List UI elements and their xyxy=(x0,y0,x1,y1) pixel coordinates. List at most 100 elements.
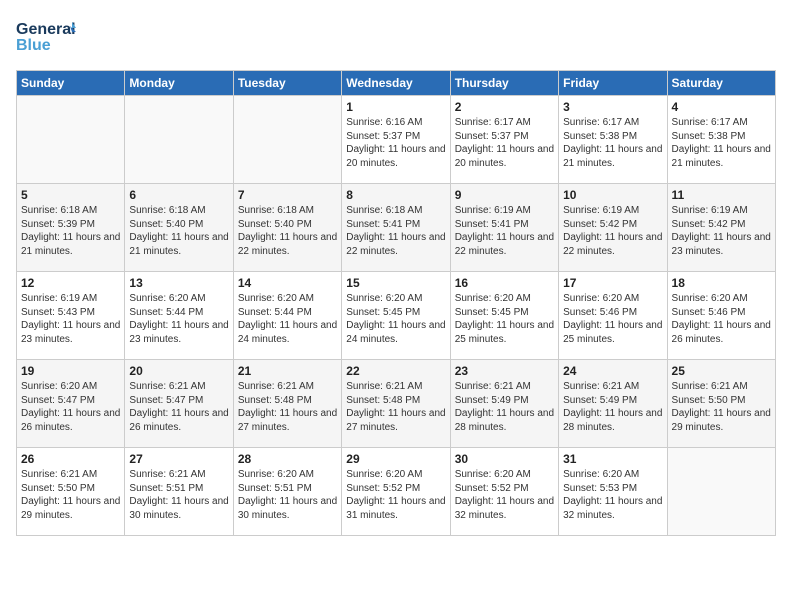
day-info: Sunrise: 6:20 AMSunset: 5:44 PMDaylight:… xyxy=(238,292,337,346)
day-number: 18 xyxy=(672,276,771,290)
calendar-body: 1 Sunrise: 6:16 AMSunset: 5:37 PMDaylight… xyxy=(17,96,776,536)
day-info: Sunrise: 6:19 AMSunset: 5:42 PMDaylight:… xyxy=(563,204,662,258)
day-number: 14 xyxy=(238,276,337,290)
calendar-cell: 10 Sunrise: 6:19 AMSunset: 5:42 PMDayligh… xyxy=(559,184,667,272)
calendar-cell: 3 Sunrise: 6:17 AMSunset: 5:38 PMDaylight… xyxy=(559,96,667,184)
day-number: 30 xyxy=(455,452,554,466)
day-number: 27 xyxy=(129,452,228,466)
day-info: Sunrise: 6:21 AMSunset: 5:47 PMDaylight:… xyxy=(129,380,228,434)
calendar-cell: 19Sunrise: 6:20 AMSunset: 5:47 PMDayligh… xyxy=(17,360,125,448)
day-info: Sunrise: 6:17 AMSunset: 5:38 PMDaylight:… xyxy=(563,116,662,170)
calendar-cell xyxy=(125,96,233,184)
logo: General Blue xyxy=(16,16,76,60)
calendar-cell: 14 Sunrise: 6:20 AMSunset: 5:44 PMDayligh… xyxy=(233,272,341,360)
day-number: 11 xyxy=(672,188,771,202)
calendar-cell xyxy=(667,448,775,536)
day-number: 26 xyxy=(21,452,120,466)
day-number: 6 xyxy=(129,188,228,202)
calendar-cell: 25 Sunrise: 6:21 AMSunset: 5:50 PMDayligh… xyxy=(667,360,775,448)
calendar-cell: 1 Sunrise: 6:16 AMSunset: 5:37 PMDaylight… xyxy=(342,96,450,184)
day-info: Sunrise: 6:17 AMSunset: 5:38 PMDaylight:… xyxy=(672,116,771,170)
logo-svg: General Blue xyxy=(16,16,76,60)
calendar-header-friday: Friday xyxy=(559,71,667,96)
calendar-cell: 30 Sunrise: 6:20 AMSunset: 5:52 PMDayligh… xyxy=(450,448,558,536)
calendar-cell: 9 Sunrise: 6:19 AMSunset: 5:41 PMDaylight… xyxy=(450,184,558,272)
day-number: 28 xyxy=(238,452,337,466)
calendar-cell: 11 Sunrise: 6:19 AMSunset: 5:42 PMDayligh… xyxy=(667,184,775,272)
calendar-cell xyxy=(233,96,341,184)
day-info: Sunrise: 6:21 AMSunset: 5:48 PMDaylight:… xyxy=(238,380,337,434)
calendar-cell: 2 Sunrise: 6:17 AMSunset: 5:37 PMDaylight… xyxy=(450,96,558,184)
day-number: 31 xyxy=(563,452,662,466)
day-number: 3 xyxy=(563,100,662,114)
calendar-cell: 20 Sunrise: 6:21 AMSunset: 5:47 PMDayligh… xyxy=(125,360,233,448)
calendar-cell: 26 Sunrise: 6:21 AMSunset: 5:50 PMDayligh… xyxy=(17,448,125,536)
day-number: 25 xyxy=(672,364,771,378)
day-number: 13 xyxy=(129,276,228,290)
day-info: Sunrise: 6:19 AMSunset: 5:42 PMDaylight:… xyxy=(672,204,771,258)
day-number: 5 xyxy=(21,188,120,202)
day-info: Sunrise: 6:20 AMSunset: 5:53 PMDaylight:… xyxy=(563,468,662,522)
day-info: Sunrise: 6:21 AMSunset: 5:49 PMDaylight:… xyxy=(455,380,554,434)
day-info: Sunrise: 6:20 AMSunset: 5:45 PMDaylight:… xyxy=(346,292,445,346)
day-number: 7 xyxy=(238,188,337,202)
calendar-header-monday: Monday xyxy=(125,71,233,96)
day-number: 20 xyxy=(129,364,228,378)
calendar-cell: 28 Sunrise: 6:20 AMSunset: 5:51 PMDayligh… xyxy=(233,448,341,536)
day-number: 16 xyxy=(455,276,554,290)
day-number: 1 xyxy=(346,100,445,114)
day-number: 23 xyxy=(455,364,554,378)
calendar-week-4: 19Sunrise: 6:20 AMSunset: 5:47 PMDayligh… xyxy=(17,360,776,448)
day-info: Sunrise: 6:21 AMSunset: 5:51 PMDaylight:… xyxy=(129,468,228,522)
calendar-cell: 21 Sunrise: 6:21 AMSunset: 5:48 PMDayligh… xyxy=(233,360,341,448)
calendar-cell: 18 Sunrise: 6:20 AMSunset: 5:46 PMDayligh… xyxy=(667,272,775,360)
day-number: 22 xyxy=(346,364,445,378)
day-info: Sunrise: 6:21 AMSunset: 5:50 PMDaylight:… xyxy=(672,380,771,434)
day-info: Sunrise: 6:21 AMSunset: 5:50 PMDaylight:… xyxy=(21,468,120,522)
calendar-week-2: 5 Sunrise: 6:18 AMSunset: 5:39 PMDaylight… xyxy=(17,184,776,272)
day-info: Sunrise: 6:17 AMSunset: 5:37 PMDaylight:… xyxy=(455,116,554,170)
calendar-cell: 4 Sunrise: 6:17 AMSunset: 5:38 PMDaylight… xyxy=(667,96,775,184)
day-info: Sunrise: 6:20 AMSunset: 5:51 PMDaylight:… xyxy=(238,468,337,522)
calendar-cell: 6Sunrise: 6:18 AMSunset: 5:40 PMDaylight… xyxy=(125,184,233,272)
day-info: Sunrise: 6:21 AMSunset: 5:48 PMDaylight:… xyxy=(346,380,445,434)
day-number: 8 xyxy=(346,188,445,202)
day-number: 2 xyxy=(455,100,554,114)
day-number: 15 xyxy=(346,276,445,290)
day-info: Sunrise: 6:21 AMSunset: 5:49 PMDaylight:… xyxy=(563,380,662,434)
day-info: Sunrise: 6:19 AMSunset: 5:43 PMDaylight:… xyxy=(21,292,120,346)
calendar-cell: 7 Sunrise: 6:18 AMSunset: 5:40 PMDaylight… xyxy=(233,184,341,272)
calendar-cell: 29Sunrise: 6:20 AMSunset: 5:52 PMDayligh… xyxy=(342,448,450,536)
day-info: Sunrise: 6:18 AMSunset: 5:39 PMDaylight:… xyxy=(21,204,120,258)
day-number: 4 xyxy=(672,100,771,114)
calendar-cell: 13Sunrise: 6:20 AMSunset: 5:44 PMDayligh… xyxy=(125,272,233,360)
day-info: Sunrise: 6:20 AMSunset: 5:52 PMDaylight:… xyxy=(346,468,445,522)
day-info: Sunrise: 6:20 AMSunset: 5:46 PMDaylight:… xyxy=(563,292,662,346)
day-number: 10 xyxy=(563,188,662,202)
calendar-week-5: 26 Sunrise: 6:21 AMSunset: 5:50 PMDayligh… xyxy=(17,448,776,536)
day-info: Sunrise: 6:18 AMSunset: 5:41 PMDaylight:… xyxy=(346,204,445,258)
calendar-cell: 12 Sunrise: 6:19 AMSunset: 5:43 PMDayligh… xyxy=(17,272,125,360)
page-header: General Blue xyxy=(16,16,776,60)
day-info: Sunrise: 6:18 AMSunset: 5:40 PMDaylight:… xyxy=(238,204,337,258)
calendar-cell: 31 Sunrise: 6:20 AMSunset: 5:53 PMDayligh… xyxy=(559,448,667,536)
calendar-cell: 22 Sunrise: 6:21 AMSunset: 5:48 PMDayligh… xyxy=(342,360,450,448)
calendar-week-3: 12 Sunrise: 6:19 AMSunset: 5:43 PMDayligh… xyxy=(17,272,776,360)
calendar-cell: 27 Sunrise: 6:21 AMSunset: 5:51 PMDayligh… xyxy=(125,448,233,536)
calendar-cell xyxy=(17,96,125,184)
calendar-cell: 24Sunrise: 6:21 AMSunset: 5:49 PMDayligh… xyxy=(559,360,667,448)
day-info: Sunrise: 6:19 AMSunset: 5:41 PMDaylight:… xyxy=(455,204,554,258)
day-number: 12 xyxy=(21,276,120,290)
calendar-header-wednesday: Wednesday xyxy=(342,71,450,96)
day-info: Sunrise: 6:20 AMSunset: 5:46 PMDaylight:… xyxy=(672,292,771,346)
day-number: 21 xyxy=(238,364,337,378)
calendar-header-tuesday: Tuesday xyxy=(233,71,341,96)
day-number: 9 xyxy=(455,188,554,202)
day-info: Sunrise: 6:20 AMSunset: 5:45 PMDaylight:… xyxy=(455,292,554,346)
day-info: Sunrise: 6:20 AMSunset: 5:52 PMDaylight:… xyxy=(455,468,554,522)
day-info: Sunrise: 6:16 AMSunset: 5:37 PMDaylight:… xyxy=(346,116,445,170)
calendar-header-thursday: Thursday xyxy=(450,71,558,96)
calendar-week-1: 1 Sunrise: 6:16 AMSunset: 5:37 PMDaylight… xyxy=(17,96,776,184)
calendar-cell: 8 Sunrise: 6:18 AMSunset: 5:41 PMDaylight… xyxy=(342,184,450,272)
svg-text:Blue: Blue xyxy=(16,37,51,54)
